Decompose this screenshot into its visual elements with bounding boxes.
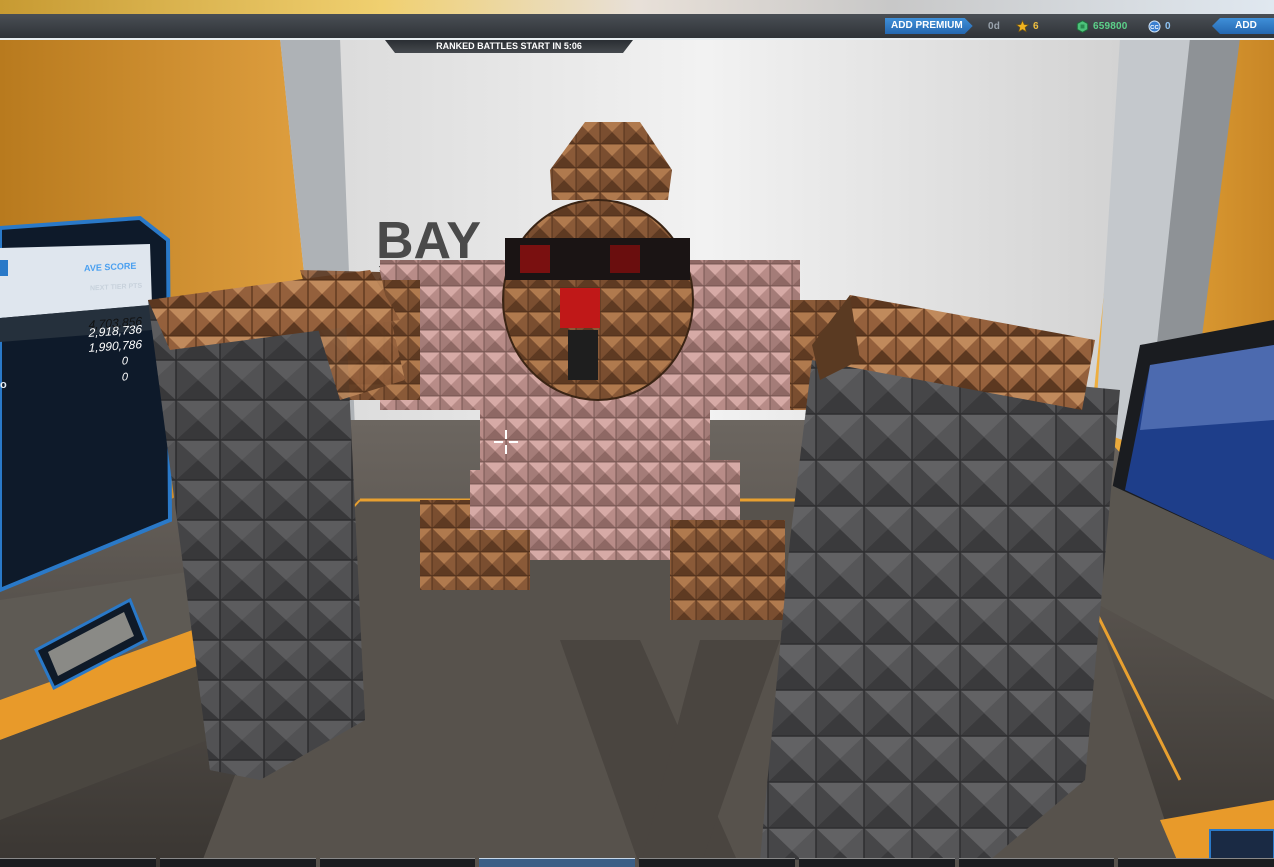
top-hud-bar: ADD PREMIUM 0d 6 659800 CC 0 ADD FUNDS — [0, 14, 1274, 40]
ranked-battles-banner: RANKED BATTLES START IN 5:06 — [385, 40, 633, 53]
ave-score-header[interactable]: AVE SCORE — [84, 261, 136, 274]
add-premium-button[interactable]: ADD PREMIUM — [885, 18, 973, 34]
add-funds-button[interactable]: ADD FUNDS — [1212, 18, 1274, 34]
cosmetic-credits-value: 0 — [1165, 20, 1171, 32]
next-tier-label: NEXT TIER PTS — [90, 282, 143, 293]
bottom-tab[interactable] — [159, 858, 316, 867]
score-row-5: 0 — [121, 371, 128, 384]
bottom-tab[interactable] — [0, 858, 156, 867]
player-name-fragment: o — [0, 379, 7, 391]
bottom-tab[interactable] — [798, 858, 955, 867]
robits-value: 659800 — [1093, 20, 1128, 32]
premium-days: 0d — [988, 18, 1000, 34]
robits-icon — [1076, 19, 1089, 33]
garage-scene: BAY 变態糞 — [0, 38, 1274, 867]
bottom-tab[interactable] — [319, 858, 476, 867]
add-premium-group: ADD PREMIUM — [885, 18, 973, 34]
leaderboard-active-tab[interactable] — [0, 260, 8, 276]
top-edge-strip — [0, 0, 1274, 14]
leaderboard-panel: AVE SCORE NEXT TIER PTS 4,703,856 2,918,… — [0, 222, 170, 582]
bottom-tab[interactable] — [639, 858, 795, 867]
robits-counter: 659800 — [1076, 18, 1128, 34]
stars-value: 6 — [1033, 20, 1039, 32]
cosmetic-credits-counter: CC 0 — [1148, 18, 1171, 34]
bottom-tab-strip — [0, 858, 1274, 867]
bottom-tab-active[interactable] — [479, 858, 635, 867]
bottom-tab[interactable] — [958, 858, 1115, 867]
score-row-4: 0 — [121, 355, 128, 368]
stars-counter: 6 — [1016, 18, 1039, 34]
svg-text:CC: CC — [1150, 25, 1159, 31]
premium-days-value: 0d — [988, 20, 1001, 32]
bottom-tab[interactable] — [1118, 858, 1274, 867]
star-icon — [1016, 19, 1029, 32]
crosshair-icon — [494, 430, 518, 454]
add-funds-group: ADD FUNDS — [1212, 18, 1274, 34]
cosmetic-credits-icon: CC — [1148, 19, 1161, 33]
